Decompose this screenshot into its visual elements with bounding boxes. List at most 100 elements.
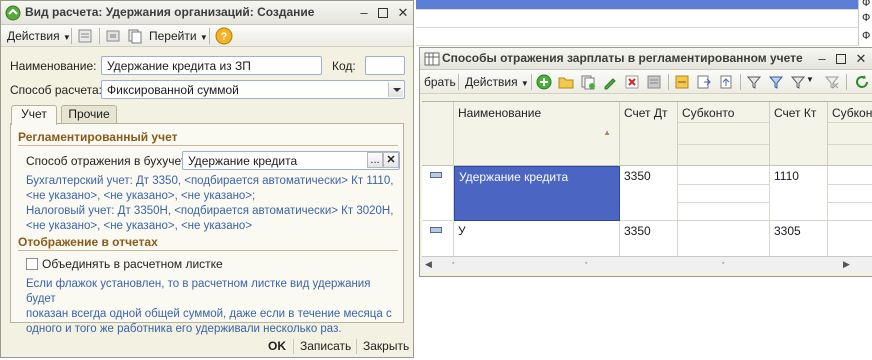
toolbar-separator xyxy=(846,74,847,90)
add-folder-icon[interactable] xyxy=(558,74,574,90)
close-window-button[interactable]: ✕ xyxy=(394,4,412,22)
structure-icon[interactable] xyxy=(105,28,121,44)
name-input[interactable]: Удержание кредита из ЗП xyxy=(101,56,322,75)
dropdown-arrow-icon: ▼ xyxy=(520,79,529,88)
table-cell-subconto[interactable] xyxy=(678,166,770,221)
scroll-left-icon[interactable]: ◀ xyxy=(425,259,432,270)
window-title: Способы отражения зарплаты в регламентир… xyxy=(442,51,803,65)
combine-checkbox-label[interactable]: Объединять в расчетном листке xyxy=(42,257,223,271)
scroll-tick: ▪ xyxy=(452,260,455,267)
dropdown-arrow-icon: ▼ xyxy=(199,33,208,42)
window-titlebar[interactable]: Вид расчета: Удержания организаций: Созд… xyxy=(1,1,413,25)
chevron-down-icon[interactable]: ▼ xyxy=(806,75,814,84)
goto-menu[interactable]: Перейти ▼ xyxy=(149,29,208,43)
subconto-subline xyxy=(678,184,769,185)
dropdown-arrow-icon: ▼ xyxy=(62,33,71,42)
hierarchy-icon[interactable] xyxy=(674,74,690,90)
background-column-line xyxy=(858,0,859,46)
table-cell-credit[interactable]: 1110 xyxy=(770,166,828,221)
select-button[interactable]: ... xyxy=(367,152,383,168)
button-separator xyxy=(356,339,357,354)
subconto-subline xyxy=(678,144,769,145)
method-label: Способ расчета: xyxy=(10,83,102,97)
document-list-icon[interactable] xyxy=(77,28,93,44)
window-title: Вид расчета: Удержания организаций: Созд… xyxy=(25,5,315,19)
close-button[interactable]: Закрыть xyxy=(363,339,409,353)
reflect-method-value: Удержание кредита xyxy=(188,154,298,168)
copy-document-icon[interactable] xyxy=(127,28,143,44)
column-header-credit[interactable]: Счет Кт xyxy=(770,102,828,166)
column-header-label: Счет Кт xyxy=(774,106,817,120)
maximize-button[interactable] xyxy=(374,4,392,22)
combine-note: Если флажок установлен, то в расчетном л… xyxy=(26,277,403,337)
save-button[interactable]: Записать xyxy=(300,339,351,353)
column-header-debit[interactable]: Счет Дт xyxy=(620,102,678,166)
form-toolbar: Действия ▼ Перейти ▼ ? xyxy=(1,25,413,47)
toolbar-separator xyxy=(740,74,741,90)
background-row-line xyxy=(416,9,858,10)
close-window-button[interactable]: ✕ xyxy=(852,50,870,68)
method-select[interactable]: Фиксированной суммой xyxy=(101,80,405,99)
note-line: Если флажок установлен, то в расчетном л… xyxy=(26,278,371,305)
column-header-subconto[interactable]: Субконто xyxy=(678,102,770,166)
toolbar-separator xyxy=(99,28,100,44)
delete-icon[interactable] xyxy=(624,74,640,90)
copy-icon[interactable] xyxy=(580,74,596,90)
section-title-reports: Отображение в отчетах xyxy=(18,235,158,249)
chevron-down-icon[interactable] xyxy=(388,82,403,97)
code-label: Код: xyxy=(332,59,356,73)
clear-icon[interactable]: ✕ xyxy=(383,152,399,168)
column-header-subconto-2[interactable]: Субконто xyxy=(828,102,872,166)
refresh-icon[interactable] xyxy=(854,74,870,90)
column-header-label: Субконто xyxy=(682,106,735,120)
minimize-button[interactable]: – xyxy=(355,4,373,22)
table-header-marker xyxy=(422,102,454,166)
mark-delete-icon[interactable] xyxy=(646,74,662,90)
maximize-button[interactable] xyxy=(832,50,850,68)
background-row-line xyxy=(416,45,858,46)
level-up-icon[interactable] xyxy=(718,74,734,90)
table-cell-subconto-2[interactable] xyxy=(828,166,872,221)
maximize-icon xyxy=(378,8,388,18)
toolbar-separator xyxy=(71,28,72,44)
table-cell-name[interactable]: Удержание кредита xyxy=(454,166,620,221)
select-button[interactable]: брать xyxy=(424,75,456,89)
filter-history-icon[interactable] xyxy=(790,74,806,90)
code-input[interactable] xyxy=(365,56,405,75)
window-titlebar[interactable]: Способы отражения зарплаты в регламентир… xyxy=(420,48,872,70)
subconto-subline xyxy=(828,202,872,203)
edit-icon[interactable] xyxy=(602,74,618,90)
row-item-icon xyxy=(430,227,442,233)
table-cell-debit[interactable]: 3350 xyxy=(620,166,678,221)
horizontal-scrollbar[interactable]: ◀ ▪ ▪ ▪ ▶ xyxy=(422,256,872,272)
calculation-type-window: Вид расчета: Удержания организаций: Созд… xyxy=(0,0,414,358)
actions-menu[interactable]: Действия ▼ xyxy=(7,29,71,43)
name-label: Наименование: xyxy=(10,59,97,73)
add-icon[interactable] xyxy=(536,74,552,90)
background-row-line xyxy=(416,27,858,28)
background-list: Ф Ф Ф xyxy=(416,0,872,46)
maximize-icon xyxy=(836,54,846,64)
column-header-name[interactable]: Наименование ▲ xyxy=(454,102,620,166)
actions-menu[interactable]: Действия ▼ xyxy=(465,75,529,89)
clear-filter-icon[interactable] xyxy=(824,74,840,90)
table-row-marker[interactable] xyxy=(422,166,454,221)
minimize-button[interactable]: – xyxy=(813,50,831,68)
help-icon[interactable]: ? xyxy=(215,27,233,45)
tab-other[interactable]: Прочие xyxy=(61,105,117,124)
tab-accounting[interactable]: Учет xyxy=(11,105,57,125)
reflection-table: Наименование ▲ Счет Дт Субконто Счет Кт … xyxy=(422,101,872,271)
info-line: <не указано>, <не указано>, <не указано>… xyxy=(26,190,256,202)
goto-label: Перейти xyxy=(149,29,197,43)
move-to-group-icon[interactable] xyxy=(696,74,712,90)
accounting-info: Бухгалтерский учет: Дт 3350, <подбираетс… xyxy=(26,174,393,234)
filter-icon[interactable] xyxy=(746,74,762,90)
list-icon xyxy=(424,52,440,66)
filter-by-value-icon[interactable] xyxy=(768,74,784,90)
subconto-subline xyxy=(828,184,872,185)
combine-checkbox[interactable] xyxy=(26,258,38,270)
scroll-right-icon[interactable]: ▶ xyxy=(843,259,850,270)
column-header-label: Наименование xyxy=(458,106,542,120)
scroll-tick: ▪ xyxy=(585,260,588,267)
ok-button[interactable]: OK xyxy=(268,339,286,353)
